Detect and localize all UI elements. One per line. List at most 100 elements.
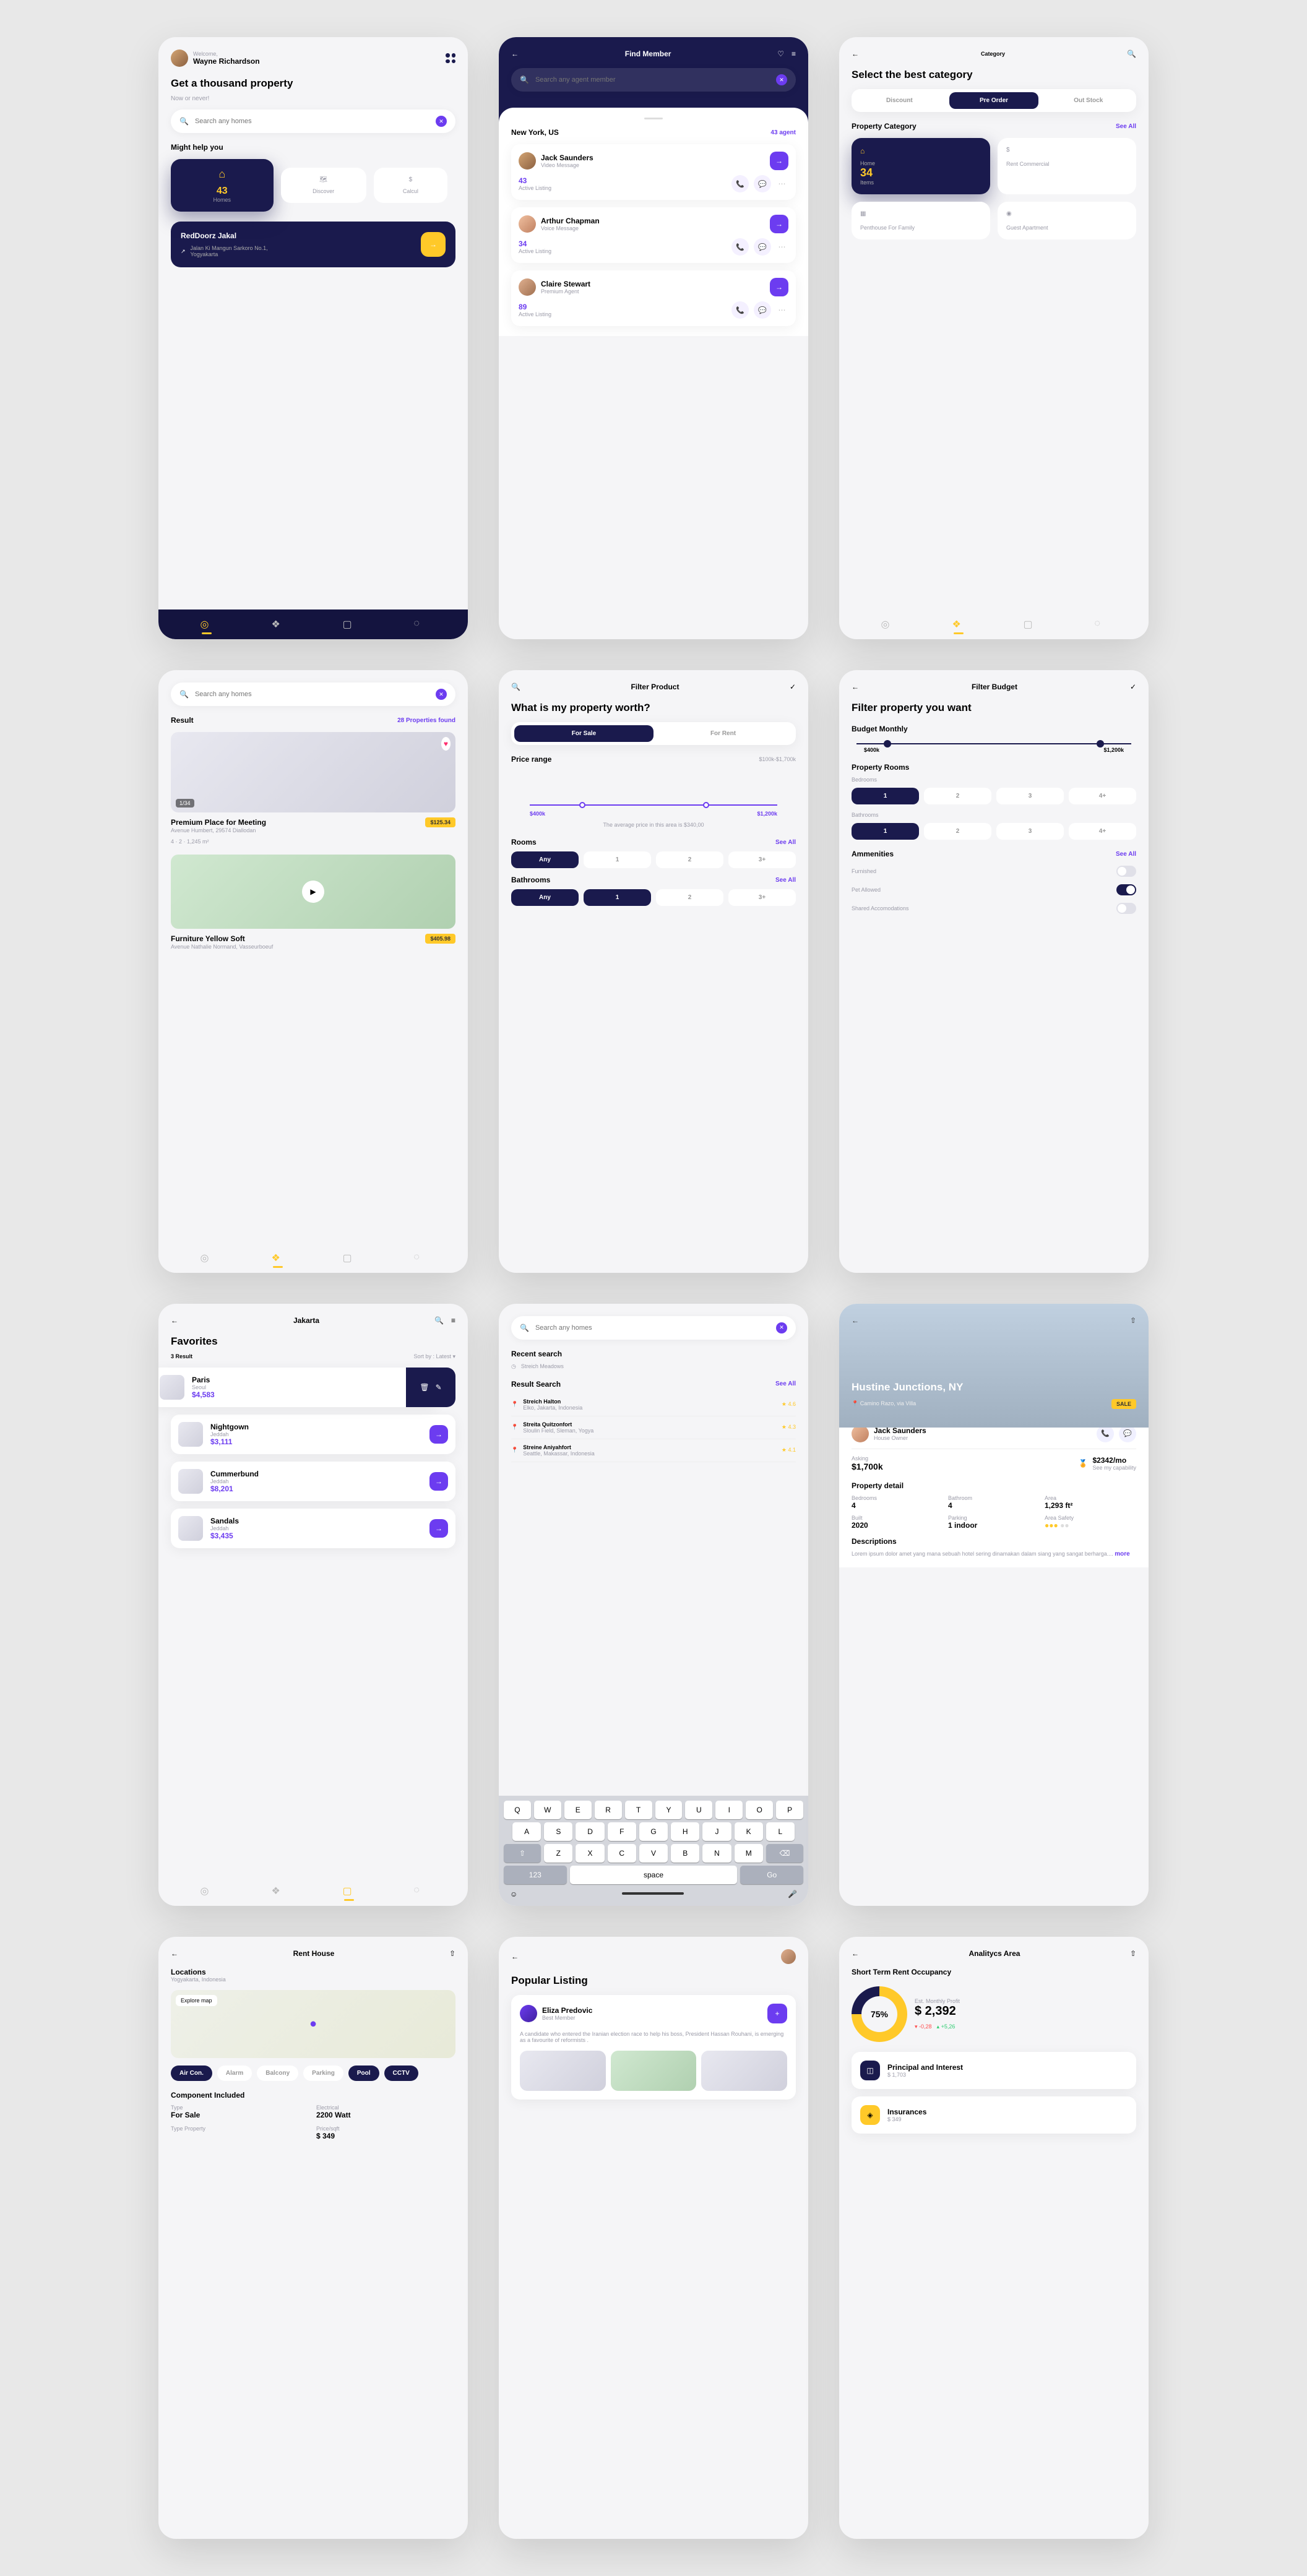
view-button[interactable]: → bbox=[429, 1519, 448, 1538]
favorite-icon[interactable]: ♥ bbox=[441, 737, 451, 751]
option-4+[interactable]: 4+ bbox=[1069, 788, 1136, 804]
option-1[interactable]: 1 bbox=[584, 851, 651, 868]
check-icon[interactable]: ✓ bbox=[1130, 683, 1136, 691]
message-icon[interactable]: 💬 bbox=[754, 238, 771, 256]
nav-layers-icon[interactable]: ❖ bbox=[272, 1885, 284, 1897]
toggle-shared[interactable] bbox=[1116, 903, 1136, 914]
filter-icon[interactable]: ≡ bbox=[792, 50, 796, 58]
message-icon[interactable]: 💬 bbox=[754, 175, 771, 192]
call-icon[interactable]: 📞 bbox=[731, 301, 749, 319]
amenity-Parking[interactable]: Parking bbox=[303, 2066, 343, 2081]
message-icon[interactable]: 💬 bbox=[754, 301, 771, 319]
more-icon[interactable]: ⋯ bbox=[776, 306, 788, 314]
member-avatar[interactable] bbox=[520, 2005, 537, 2022]
search-result[interactable]: 📍Streita QuitzonfortSloulin Field, Slema… bbox=[511, 1416, 796, 1439]
amenity-Pool[interactable]: Pool bbox=[348, 2066, 379, 2081]
nav-folder-icon[interactable]: ▢ bbox=[343, 1252, 355, 1264]
clear-icon[interactable]: ✕ bbox=[776, 1322, 787, 1333]
back-icon[interactable]: ← bbox=[852, 50, 859, 58]
view-button[interactable]: → bbox=[770, 152, 788, 170]
search-input[interactable]: 🔍 ✕ bbox=[171, 683, 455, 706]
see-all-link[interactable]: See All bbox=[775, 839, 796, 846]
amenity-Air Con.[interactable]: Air Con. bbox=[171, 2066, 212, 2081]
option-Any[interactable]: Any bbox=[511, 889, 579, 906]
view-button[interactable]: → bbox=[770, 215, 788, 233]
option-2[interactable]: 2 bbox=[656, 851, 723, 868]
option-1[interactable]: 1 bbox=[852, 788, 919, 804]
option-Any[interactable]: Any bbox=[511, 851, 579, 868]
agent-card[interactable]: Jack SaundersVideo Message→ 43Active Lis… bbox=[511, 144, 796, 200]
nav-profile-icon[interactable]: ◌ bbox=[414, 618, 426, 631]
tab-rent[interactable]: For Rent bbox=[654, 725, 793, 742]
see-all-link[interactable]: See All bbox=[775, 1381, 796, 1387]
nav-profile-icon[interactable]: ◌ bbox=[414, 1885, 426, 1897]
stat-insurance[interactable]: ◈ Insurances$ 349 bbox=[852, 2096, 1136, 2134]
back-icon[interactable]: ← bbox=[852, 1949, 859, 1958]
search-input[interactable]: 🔍 ✕ bbox=[511, 68, 796, 92]
tab-discount[interactable]: Discount bbox=[855, 92, 944, 109]
more-icon[interactable]: ⋯ bbox=[776, 179, 788, 188]
favorite-item[interactable]: SandalsJeddah$3,435→ bbox=[171, 1509, 455, 1548]
edit-icon[interactable]: ✎ bbox=[436, 1383, 442, 1392]
agent-card[interactable]: Arthur ChapmanVoice Message→ 34Active Li… bbox=[511, 207, 796, 263]
range-slider[interactable] bbox=[856, 743, 1131, 744]
clear-icon[interactable]: ✕ bbox=[436, 689, 447, 700]
back-icon[interactable]: ← bbox=[852, 683, 859, 691]
agent-card[interactable]: Claire StewartPremium Agent→ 89Active Li… bbox=[511, 270, 796, 326]
clear-icon[interactable]: ✕ bbox=[776, 74, 787, 85]
tab-outstock[interactable]: Out Stock bbox=[1043, 92, 1133, 109]
message-icon[interactable]: 💬 bbox=[1119, 1425, 1136, 1442]
more-link[interactable]: more bbox=[1115, 1551, 1129, 1557]
see-all-link[interactable]: See All bbox=[775, 877, 796, 884]
property-image[interactable]: ♥ 1/34 bbox=[171, 732, 455, 812]
favorite-item[interactable]: NightgownJeddah$3,111→ bbox=[171, 1415, 455, 1454]
clear-icon[interactable]: ✕ bbox=[436, 116, 447, 127]
nav-explore-icon[interactable]: ◎ bbox=[201, 618, 213, 631]
favorite-item[interactable]: ParisSeoul$4,583🗑✎ bbox=[171, 1368, 455, 1407]
nav-explore-icon[interactable]: ◎ bbox=[201, 1252, 213, 1264]
tab-sale[interactable]: For Sale bbox=[514, 725, 654, 742]
go-button[interactable]: → bbox=[421, 232, 446, 257]
nav-explore-icon[interactable]: ◎ bbox=[881, 618, 894, 631]
search-input[interactable]: 🔍 ✕ bbox=[511, 1316, 796, 1340]
option-1[interactable]: 1 bbox=[584, 889, 651, 906]
option-3[interactable]: 3 bbox=[996, 823, 1064, 840]
option-3+[interactable]: 3+ bbox=[728, 851, 796, 868]
keyboard[interactable]: QWERTYUIOP ASDFGHJKL ⇧ZXCVBNM⌫ 123spaceG… bbox=[499, 1796, 808, 1906]
nav-layers-icon[interactable]: ❖ bbox=[272, 618, 284, 631]
option-2[interactable]: 2 bbox=[656, 889, 723, 906]
view-button[interactable]: → bbox=[429, 1425, 448, 1444]
favorite-item[interactable]: CummerbundJeddah$8,201→ bbox=[171, 1462, 455, 1501]
back-icon[interactable]: ← bbox=[852, 1316, 859, 1325]
back-icon[interactable]: ← bbox=[171, 1949, 178, 1958]
call-icon[interactable]: 📞 bbox=[731, 238, 749, 256]
option-2[interactable]: 2 bbox=[924, 823, 991, 840]
mic-icon[interactable]: 🎤 bbox=[788, 1890, 797, 1898]
view-button[interactable]: → bbox=[770, 278, 788, 296]
nav-folder-icon[interactable]: ▢ bbox=[343, 1885, 355, 1897]
tab-preorder[interactable]: Pre Order bbox=[949, 92, 1039, 109]
cat-home[interactable]: ⌂ Home 34 Items bbox=[852, 138, 990, 194]
back-icon[interactable]: ← bbox=[171, 1316, 178, 1325]
option-3+[interactable]: 3+ bbox=[728, 889, 796, 906]
amenity-Balcony[interactable]: Balcony bbox=[257, 2066, 298, 2081]
amenity-Alarm[interactable]: Alarm bbox=[217, 2066, 252, 2081]
owner-avatar[interactable] bbox=[852, 1425, 869, 1442]
see-all-link[interactable]: See All bbox=[1116, 123, 1136, 130]
stat-principal[interactable]: ◫ Principal and Interest$ 1,703 bbox=[852, 2052, 1136, 2089]
cat-rent[interactable]: $ Rent Commercial bbox=[998, 138, 1136, 194]
call-icon[interactable]: 📞 bbox=[1097, 1425, 1114, 1442]
menu-icon[interactable] bbox=[446, 53, 455, 63]
cat-penthouse[interactable]: ▦ Penthouse For Family bbox=[852, 202, 990, 239]
nav-layers-icon[interactable]: ❖ bbox=[272, 1252, 284, 1264]
delete-icon[interactable]: 🗑 bbox=[420, 1383, 429, 1392]
search-input[interactable]: 🔍 ✕ bbox=[171, 110, 455, 133]
explore-map-button[interactable]: Explore map bbox=[176, 1995, 217, 2006]
share-icon[interactable]: ⇧ bbox=[1130, 1316, 1136, 1325]
nav-folder-icon[interactable]: ▢ bbox=[1024, 618, 1036, 631]
avatar[interactable] bbox=[171, 50, 188, 67]
search-result[interactable]: 📍Streich HaltonElko, Jakarta, Indonesia★… bbox=[511, 1394, 796, 1416]
add-button[interactable]: + bbox=[767, 2004, 787, 2023]
map[interactable]: Explore map ● bbox=[171, 1990, 455, 2058]
share-icon[interactable]: ⇧ bbox=[449, 1949, 455, 1958]
